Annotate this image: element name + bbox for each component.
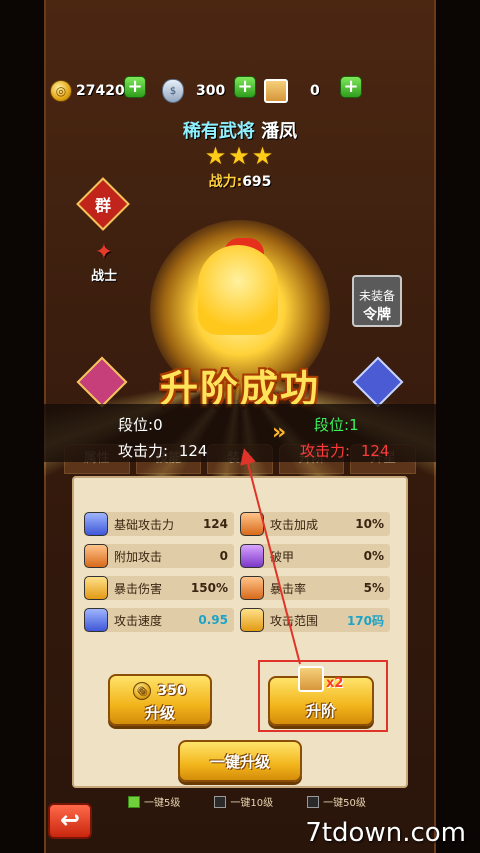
checkbox[interactable]: [307, 795, 320, 808]
rank-before: 段位:0: [118, 414, 163, 435]
hero-token-resource: 0: [264, 78, 320, 104]
star-rating: ★★★: [204, 142, 276, 170]
stat-value: 150%: [190, 581, 228, 595]
silver-resource: $ 300: [162, 78, 225, 104]
one-click-label: 一键升级: [209, 753, 270, 771]
power-value: 695: [242, 174, 272, 190]
hero-portrait-icon: [264, 79, 288, 103]
attack-before: 攻击力: 124: [118, 440, 207, 461]
equip-slot-status: 未装备: [358, 289, 395, 303]
upgrade-cost: ◎ 350: [110, 682, 210, 700]
crit-rate-icon: [240, 576, 264, 600]
option-label: 一键5级: [144, 798, 181, 809]
upgrade-button[interactable]: ◎ 350 升级: [108, 674, 212, 726]
resource-bar: ◎ 27420 + $ 300 + 0 +: [44, 74, 436, 108]
stat-row: 破甲 0%: [240, 544, 390, 568]
add-silver-button[interactable]: +: [234, 76, 256, 98]
stat-row: 攻击加成 10%: [240, 512, 390, 536]
stat-label: 破甲: [270, 549, 295, 564]
stat-label: 攻击速度: [114, 613, 163, 628]
stat-value: 0.95: [198, 613, 228, 627]
class-label: 战士: [90, 269, 117, 284]
gold-coin-icon: ◎: [50, 80, 72, 102]
faction-badge: 群: [94, 196, 111, 215]
crit-damage-icon: [84, 576, 108, 600]
power-label: 战力:: [208, 174, 243, 190]
option-10-levels[interactable]: 一键10级: [214, 794, 273, 809]
rank-after-value: 1: [349, 416, 359, 434]
gold-amount: 27420: [76, 83, 125, 99]
rank-after-label: 段位:: [314, 416, 350, 434]
stat-label: 攻击加成: [270, 517, 319, 532]
stat-value: 5%: [363, 581, 384, 595]
left-margin: [0, 0, 44, 853]
stat-value: 124: [202, 517, 228, 531]
class-badge: ✦ 战士: [86, 240, 122, 284]
hero-name: 潘凤: [261, 121, 298, 142]
checkbox[interactable]: [128, 795, 140, 808]
upgrade-label: 升级: [144, 704, 175, 722]
stat-row: 暴击率 5%: [240, 576, 390, 600]
equip-slot-type: 令牌: [363, 307, 391, 323]
one-click-upgrade-button[interactable]: 一键升级: [178, 740, 302, 782]
add-hero-token-button[interactable]: +: [340, 76, 362, 98]
attack-after-label: 攻击力:: [300, 442, 351, 460]
attack-before-label: 攻击力:: [118, 442, 169, 460]
money-bag-icon: $: [162, 79, 184, 103]
combat-power: 战力:695: [0, 171, 480, 191]
stat-row: 附加攻击 0: [84, 544, 234, 568]
stat-label: 附加攻击: [114, 549, 163, 564]
option-5-levels[interactable]: 一键5级: [128, 794, 180, 809]
stat-label: 暴击率: [270, 581, 307, 596]
attack-range-icon: [240, 608, 264, 632]
sword-icon: [84, 512, 108, 536]
level-options: 一键5级 一键10级 一键50级: [128, 794, 366, 809]
stat-row: 暴击伤害 150%: [84, 576, 234, 600]
attack-before-value: 124: [178, 442, 208, 460]
equip-slot[interactable]: 未装备 令牌: [352, 275, 402, 327]
back-arrow-icon: ↩: [59, 806, 81, 834]
option-label: 一键50级: [323, 798, 366, 809]
rank-before-value: 0: [153, 416, 163, 434]
warrior-icon: ✦: [94, 240, 114, 265]
option-label: 一键10级: [230, 798, 274, 809]
stat-value: 170码: [346, 613, 384, 628]
armor-break-icon: [240, 544, 264, 568]
hero-sprite: [198, 245, 278, 335]
rank-after: 段位:1: [314, 414, 359, 435]
stat-label: 暴击伤害: [114, 581, 163, 596]
attack-after: 攻击力: 124: [300, 440, 389, 461]
watermark: 7tdown.com: [305, 818, 466, 848]
rank-before-label: 段位:: [118, 416, 154, 434]
gold-coin-icon: ◎: [133, 682, 152, 700]
attack-speed-icon: [84, 608, 108, 632]
option-50-levels[interactable]: 一键50级: [307, 794, 366, 809]
stat-row: 攻击速度 0.95: [84, 608, 234, 632]
upgrade-cost-value: 350: [157, 683, 187, 699]
stat-label: 基础攻击力: [114, 517, 175, 532]
stat-value: 0: [219, 549, 228, 563]
stat-label: 攻击范围: [270, 613, 319, 628]
stat-row: 攻击范围 170码: [240, 608, 390, 632]
back-button[interactable]: ↩: [48, 803, 92, 839]
checkbox[interactable]: [214, 795, 227, 808]
hero-title: 稀有武将 潘凤: [44, 117, 436, 143]
attack-after-value: 124: [360, 442, 390, 460]
cross-swords-icon: [84, 544, 108, 568]
game-screen: ◎ 27420 + $ 300 + 0 + 稀有武将 潘凤 ★★★ 战力:695…: [0, 0, 480, 853]
right-margin: [436, 0, 480, 853]
stat-row: 基础攻击力 124: [84, 512, 234, 536]
gold-resource: ◎ 27420: [50, 78, 125, 104]
add-gold-button[interactable]: +: [124, 76, 146, 98]
ascend-compare-strip: 段位:0 段位:1 攻击力: 124 攻击力: 124 »: [44, 404, 436, 462]
highlight-box: [258, 660, 388, 732]
silver-amount: 300: [196, 83, 226, 99]
hero-rarity: 稀有武将: [182, 121, 255, 142]
sword-bonus-icon: [240, 512, 264, 536]
stat-value: 10%: [355, 517, 384, 531]
hero-token-amount: 0: [310, 83, 320, 99]
double-chevron-icon: »: [272, 420, 287, 445]
stat-value: 0%: [363, 549, 384, 563]
